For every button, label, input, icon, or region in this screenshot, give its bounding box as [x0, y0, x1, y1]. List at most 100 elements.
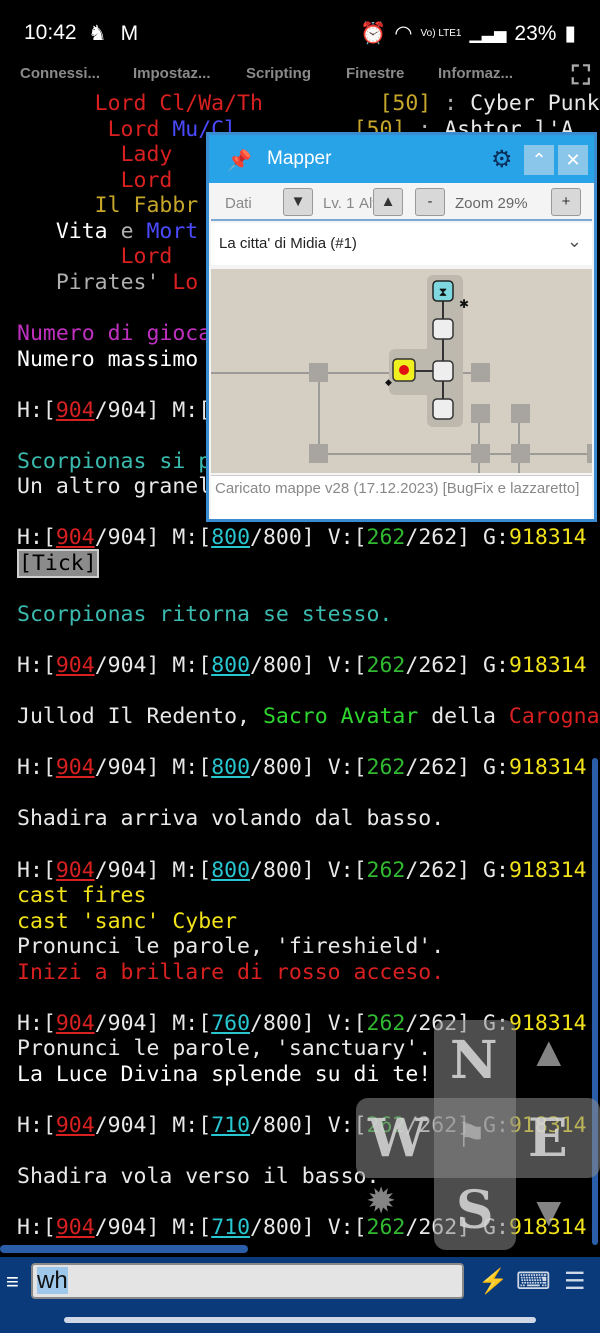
mapper-titlebar[interactable]: 📌 Mapper ⚙ ⌃ ✕: [209, 135, 594, 183]
signal-icon: ▁▃▅: [469, 25, 507, 43]
text-segment: [17, 168, 121, 193]
zoom-out-button[interactable]: -: [415, 188, 445, 216]
text-segment: /904] M:[: [94, 397, 212, 423]
room[interactable]: [511, 444, 530, 463]
prompt-line: H:[904/904] M:[800/800] V:[262/262] G:91…: [17, 525, 587, 551]
zoom-in-button[interactable]: +: [551, 188, 581, 216]
south-button[interactable]: S: [456, 1180, 494, 1241]
text-segment: H:[: [17, 397, 56, 423]
level-down-button[interactable]: ▼: [283, 188, 313, 216]
menu-item-scripting[interactable]: Scripting: [246, 65, 311, 82]
zoom-level: Zoom 29%: [455, 195, 528, 212]
text-segment: /904] M:[: [94, 755, 212, 781]
gear-icon[interactable]: ⚙: [491, 145, 513, 174]
west-button[interactable]: W: [368, 1108, 426, 1169]
terminal-line: Vita e Mort: [17, 219, 198, 245]
level-label: Lv. 1: [323, 195, 355, 212]
terminal-line: Jullod Il Redento, Sacro Avatar della Ca…: [17, 704, 600, 730]
menu-item-informazioni[interactable]: Informaz...: [438, 65, 513, 82]
terminal-line: Shadira arriva volando dal basso.: [17, 806, 444, 832]
close-icon[interactable]: ✕: [558, 145, 588, 175]
text-segment: cast fires: [17, 883, 147, 909]
chevron-down-icon[interactable]: ⌄: [567, 231, 582, 252]
text-segment: /904] M:[: [94, 1010, 212, 1036]
text-segment: /262] G:: [405, 755, 509, 781]
room[interactable]: [471, 404, 490, 423]
mana-value: 800: [211, 755, 251, 781]
terminal-line: [Tick]: [17, 548, 99, 578]
terminal-line: Pronunci le parole, 'fireshield'.: [17, 934, 444, 960]
text-segment: Numero massimo: [17, 346, 199, 372]
prompt-line: H:[904/904] M:[800/800] V:[262/262] G:91…: [17, 653, 587, 679]
gold-value: 918314: [508, 653, 587, 679]
text-segment: Shadira arriva volando dal basso.: [17, 806, 445, 832]
text-segment: Shadira vola verso il basso.: [17, 1164, 380, 1190]
horizontal-scrollbar[interactable]: [0, 1245, 248, 1253]
text-segment: Lord: [107, 116, 173, 142]
hp-value: 904: [55, 1215, 95, 1241]
room[interactable]: [309, 363, 328, 382]
terminal-line: Il Fabbr: [17, 193, 199, 219]
room[interactable]: [309, 444, 328, 463]
text-segment: /800] V:[: [250, 1010, 367, 1036]
text-segment: [263, 91, 380, 116]
layers-icon[interactable]: ☰: [564, 1267, 586, 1296]
text-segment: /800] V:[: [250, 525, 367, 551]
flag-icon[interactable]: ⚑: [456, 1116, 486, 1156]
room[interactable]: [587, 444, 592, 463]
room[interactable]: [432, 360, 454, 382]
map-svg[interactable]: ⧗ ✱ ◆: [211, 269, 592, 473]
text-segment: H:[: [17, 1215, 56, 1241]
text-segment: /800] V:[: [250, 1113, 367, 1138]
mana-value: 760: [211, 1010, 251, 1036]
room[interactable]: [432, 318, 454, 340]
menu-item-connessioni[interactable]: Connessi...: [20, 65, 100, 82]
room[interactable]: [511, 404, 530, 423]
mapper-window[interactable]: 📌 Mapper ⚙ ⌃ ✕ Dati ▼ Lv. 1 Alt ▲ - Zoom…: [206, 132, 597, 522]
fullscreen-icon[interactable]: ⛶: [572, 60, 590, 92]
notification-icons: ♞ M: [88, 22, 143, 45]
mapper-toolbar: Dati ▼ Lv. 1 Alt ▲ - Zoom 29% +: [211, 185, 592, 221]
hp-value: 904: [55, 755, 95, 781]
room[interactable]: [471, 363, 490, 382]
room[interactable]: [471, 444, 490, 463]
menu-icon[interactable]: ≡: [6, 1269, 19, 1295]
pin-icon[interactable]: 📌: [227, 148, 252, 173]
text-segment: /904] M:[: [94, 653, 212, 679]
north-button[interactable]: N: [450, 1030, 498, 1091]
text-segment: /904] M:[: [94, 1113, 212, 1138]
text-segment: Carogna: [508, 704, 600, 730]
star-marker-icon: ✱: [459, 297, 469, 311]
alarm-icon: ⏰: [360, 21, 387, 45]
terminal-line: Inizi a brillare di rosso acceso.: [17, 960, 444, 986]
speedwalk-icon[interactable]: ⚡: [478, 1267, 508, 1296]
dati-label[interactable]: Dati: [225, 195, 252, 212]
menu-item-impostazioni[interactable]: Impostaz...: [133, 65, 211, 82]
burst-icon[interactable]: ✹: [366, 1180, 396, 1222]
level-up-button[interactable]: ▲: [373, 188, 403, 216]
room[interactable]: [432, 398, 454, 420]
command-input-value: wh: [37, 1267, 68, 1294]
area-select[interactable]: La citta' di Midia (#1) ⌄: [211, 223, 592, 265]
text-segment: [17, 244, 121, 269]
battery-icon: ▮: [564, 22, 576, 45]
text-segment: [50]: [379, 91, 432, 116]
command-input[interactable]: wh: [31, 1263, 464, 1299]
text-segment: H:[: [17, 653, 56, 679]
text-segment: H:[: [17, 755, 56, 781]
system-icons: ⏰ ◠ Vo) LTE1 ▁▃▅ 23% ▮: [360, 21, 576, 46]
text-segment: /800] V:[: [250, 857, 367, 883]
gold-value: 918314: [508, 525, 587, 551]
down-arrow-icon[interactable]: ▼: [528, 1188, 570, 1236]
menu-item-finestre[interactable]: Finestre: [346, 65, 404, 82]
chevron-up-icon[interactable]: ⌃: [524, 145, 554, 175]
player-position-icon: [399, 365, 409, 375]
map-canvas[interactable]: ⧗ ✱ ◆: [211, 269, 592, 473]
up-arrow-icon[interactable]: ▲: [528, 1028, 570, 1076]
east-button[interactable]: E: [528, 1108, 568, 1169]
gesture-handle[interactable]: [64, 1317, 536, 1323]
text-segment: della: [418, 704, 509, 730]
text-segment: Sacro Avatar: [262, 704, 419, 730]
mapper-title: Mapper: [267, 148, 332, 169]
keyboard-icon[interactable]: ⌨: [516, 1267, 551, 1296]
